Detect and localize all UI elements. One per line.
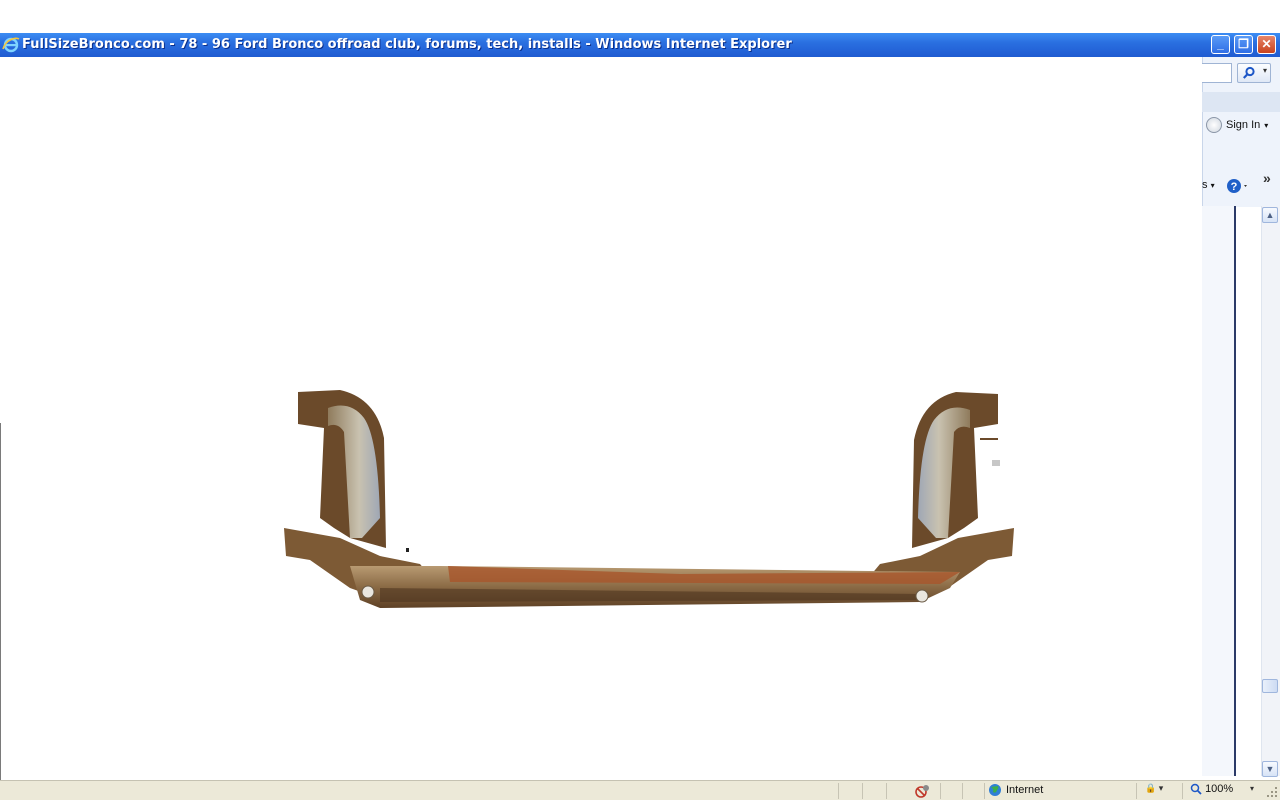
chevron-down-icon[interactable]: ▾ [1250,784,1254,793]
status-divider [862,783,863,799]
frame-divider [1234,206,1236,776]
window-left-border [0,423,1,781]
status-divider [940,783,941,799]
user-circle-icon [1206,117,1222,133]
privacy-report-button[interactable] [914,783,932,802]
help-button[interactable]: ? [1226,178,1250,197]
sign-in-label: Sign In [1226,118,1261,131]
status-divider [984,783,985,799]
minimize-button[interactable]: _ [1211,35,1230,54]
scroll-down-button[interactable]: ▼ [1262,761,1278,777]
scroll-thumb[interactable] [1262,679,1278,693]
zoom-level-label: 100% [1205,783,1234,795]
sign-in-button[interactable]: Sign In ▾ [1206,117,1268,135]
search-input[interactable] [1202,63,1232,83]
frame-crossmember-photo [284,390,1014,608]
ie-logo-icon [2,37,20,53]
status-bar: Internet 🔒 ▾ 100% ▾ [0,780,1280,800]
search-button[interactable]: ▾ [1237,63,1271,83]
zoom-level-button[interactable]: 100% [1190,783,1233,795]
window-title-bar[interactable]: FullSizeBronco.com - 78 - 96 Ford Bronco… [0,33,1280,57]
resize-grip-icon[interactable] [1266,786,1278,798]
zoom-icon [1190,783,1202,795]
status-divider [886,783,887,799]
tools-menu-label: s [1202,179,1208,191]
privacy-icon [915,785,929,798]
scroll-up-button[interactable]: ▲ [1262,207,1278,223]
chevron-down-icon: ▾ [1264,120,1269,130]
scroll-up-icon: ▲ [1265,210,1275,220]
close-icon: ✕ [1261,37,1272,51]
search-icon [1243,66,1255,79]
status-divider [838,783,839,799]
status-divider [1182,783,1183,799]
minimize-icon: _ [1217,37,1224,51]
content-frame-edge [1202,206,1234,776]
scroll-down-icon: ▼ [1265,764,1275,774]
toolbar-overflow-button[interactable]: » [1263,170,1271,186]
svg-text:?: ? [1231,181,1238,193]
tools-menu-button[interactable]: s ▾ [1202,179,1215,191]
window-title: FullSizeBronco.com - 78 - 96 Ford Bronco… [22,37,792,52]
globe-icon [989,784,1001,796]
zone-label: Internet [1006,783,1044,796]
chevron-down-icon: ▾ [1262,66,1267,75]
toolbar-separator [1202,92,1280,112]
status-divider [1136,783,1137,799]
help-icon: ? [1227,179,1247,193]
status-divider [962,783,963,799]
security-zone-indicator[interactable]: Internet [988,783,1043,797]
chevron-down-icon: ▾ [1210,181,1215,190]
maximize-icon: ❐ [1238,37,1249,51]
close-button[interactable]: ✕ [1257,35,1276,54]
protected-mode-button[interactable]: 🔒 ▾ [1145,783,1163,794]
maximize-button[interactable]: ❐ [1234,35,1253,54]
